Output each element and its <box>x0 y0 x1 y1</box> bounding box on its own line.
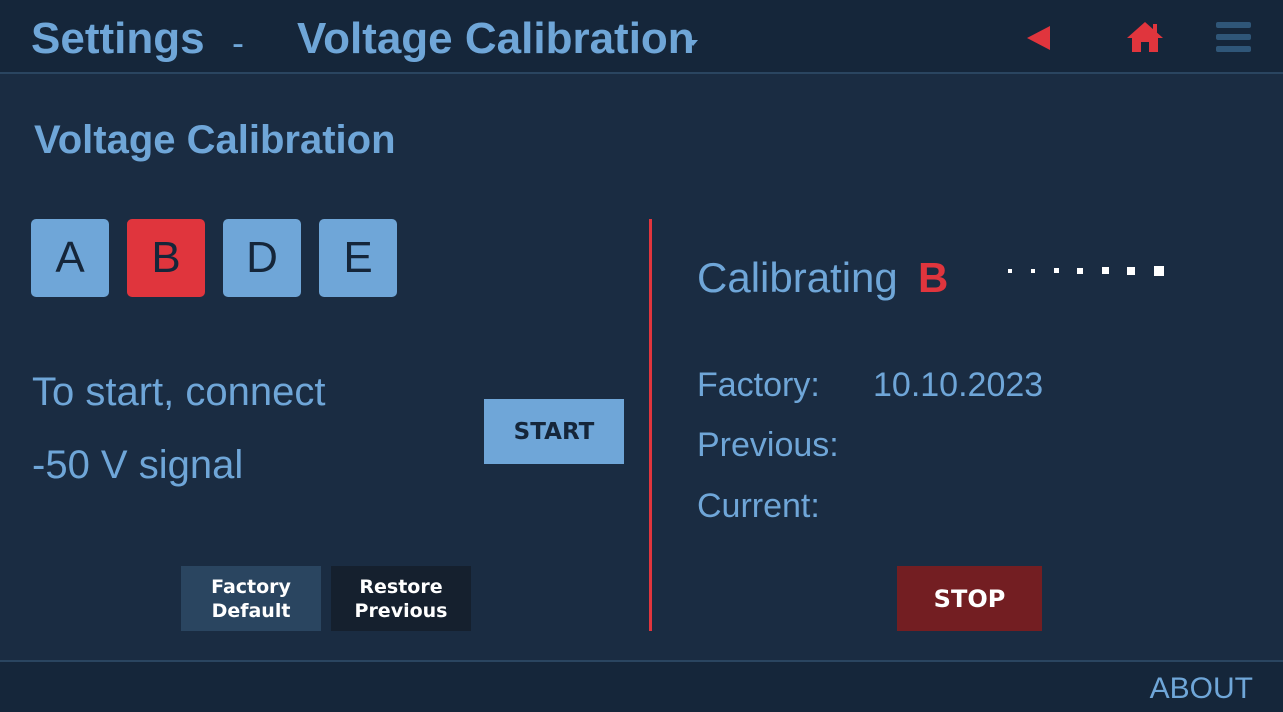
current-date-label: Current: <box>697 487 820 525</box>
restore-previous-label-line-1: Restore <box>359 575 443 598</box>
page-title: Voltage Calibration <box>34 118 396 162</box>
previous-date-label: Previous: <box>697 426 839 464</box>
channel-d-button[interactable]: D <box>223 219 301 297</box>
chevron-down-icon[interactable] <box>688 40 698 46</box>
bottom-bar: ABOUT <box>0 660 1283 712</box>
calibrating-label: Calibrating <box>697 254 898 301</box>
back-icon[interactable] <box>1026 25 1052 51</box>
panel-divider <box>649 219 652 631</box>
start-button[interactable]: START <box>484 399 624 464</box>
channel-e-button[interactable]: E <box>319 219 397 297</box>
instruction-line-2: -50 V signal <box>32 443 244 487</box>
restore-previous-button[interactable]: Restore Previous <box>331 566 471 631</box>
factory-date-label: Factory: <box>697 366 820 404</box>
breadcrumb-settings[interactable]: Settings <box>31 13 205 65</box>
restore-previous-label-line-2: Previous <box>354 599 448 622</box>
home-icon[interactable] <box>1126 21 1164 53</box>
progress-dots-icon <box>1008 266 1164 276</box>
top-bar: Settings - Voltage Calibration <box>0 0 1283 74</box>
breadcrumb-separator: - <box>232 22 244 63</box>
channel-b-button[interactable]: B <box>127 219 205 297</box>
factory-date-value: 10.10.2023 <box>873 366 1044 404</box>
factory-default-button[interactable]: Factory Default <box>181 566 321 631</box>
stop-button[interactable]: STOP <box>897 566 1042 631</box>
instruction-line-1: To start, connect <box>32 370 326 414</box>
menu-icon[interactable] <box>1216 22 1251 52</box>
factory-default-label-line-2: Default <box>211 599 291 622</box>
calibrating-channel: B <box>918 254 949 301</box>
factory-default-label-line-1: Factory <box>211 575 291 598</box>
about-link[interactable]: ABOUT <box>1150 672 1253 706</box>
breadcrumb-page-dropdown[interactable]: Voltage Calibration <box>297 13 695 65</box>
channel-a-button[interactable]: A <box>31 219 109 297</box>
